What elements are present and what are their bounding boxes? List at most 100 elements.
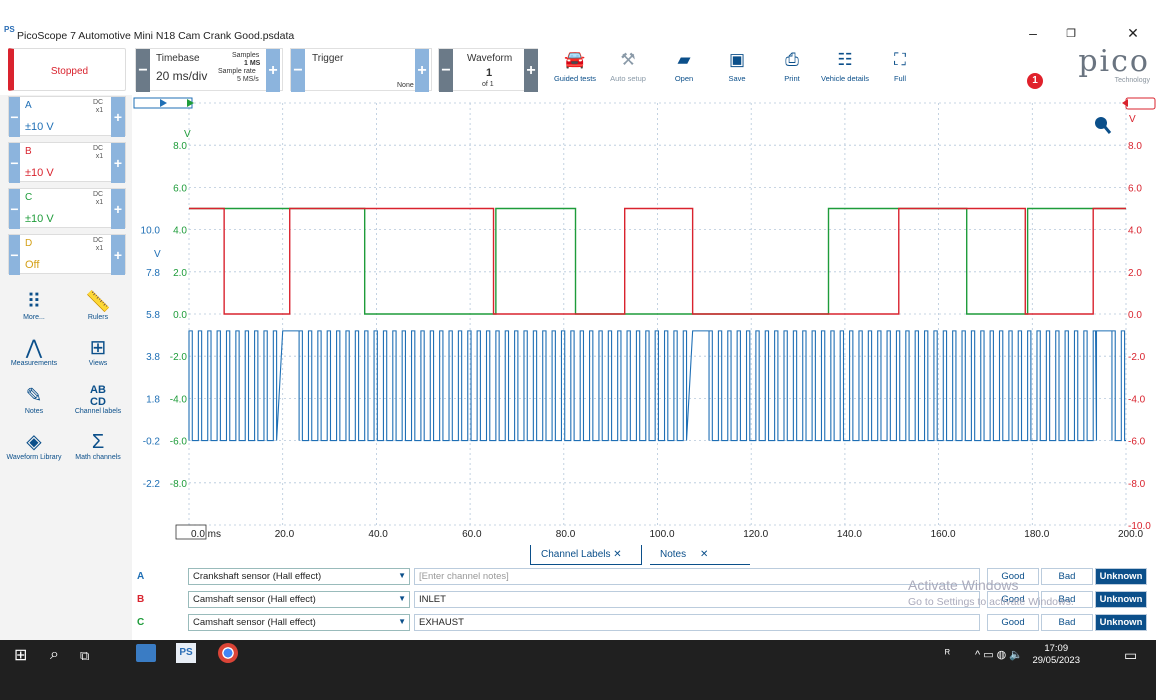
row-c-notes-input[interactable]: EXHAUST (414, 614, 980, 631)
channel-b-range[interactable]: ±10 V (25, 167, 54, 179)
left-tick-label-a: 10.0 (141, 226, 161, 237)
waveform-next-button[interactable]: + (524, 49, 538, 92)
search-icon[interactable]: ⌕ (50, 646, 59, 664)
left-tick-label-c: 6.0 (173, 183, 187, 194)
channel-d-increase-button[interactable]: + (111, 235, 125, 275)
zoom-icon[interactable] (1095, 117, 1112, 134)
row-c-bad-button[interactable]: Bad (1041, 614, 1093, 631)
rulers-button[interactable]: 📏 Rulers (68, 290, 128, 321)
right-tick-label: -10.0 (1128, 521, 1151, 532)
channel-labels-label: Channel labels (74, 408, 122, 415)
channel-labels-button[interactable]: AB CD Channel labels (68, 384, 128, 415)
channel-a-decrease-button[interactable]: − (9, 97, 20, 137)
vehicle-details-button[interactable]: ☷ Vehicle details (818, 49, 872, 89)
math-channels-button[interactable]: Σ Math channels (68, 430, 128, 461)
row-c-label-select[interactable]: Camshaft sensor (Hall effect) (188, 614, 410, 631)
channel-a-increase-button[interactable]: + (111, 97, 125, 137)
auto-setup-label: Auto setup (610, 74, 646, 83)
channel-c-range[interactable]: ±10 V (25, 213, 54, 225)
auto-setup-button[interactable]: ⚒ Auto setup (601, 49, 655, 89)
scope-view[interactable]: 0.0 ms 20.0 40.0 60.0 80.0 100.0 120.0 140.0 160… (132, 95, 1156, 545)
views-icon: ⊞ (89, 337, 107, 359)
waveform-library-button[interactable]: ◈ Waveform Library (4, 430, 64, 461)
task-view-icon[interactable]: ⧉ (80, 648, 89, 664)
right-tick-label: -6.0 (1128, 437, 1146, 448)
notification-center-icon[interactable]: ▭ (1124, 647, 1137, 664)
row-a-label-select[interactable]: Crankshaft sensor (Hall effect) (188, 568, 410, 585)
open-button[interactable]: ▰ Open (657, 49, 711, 89)
trigger-increase-button[interactable]: + (415, 49, 429, 92)
notification-badge[interactable]: 1 (1027, 73, 1043, 89)
trigger-decrease-button[interactable]: − (291, 49, 305, 92)
channel-d-range[interactable]: Off (25, 259, 39, 271)
guided-tests-button[interactable]: 🚘 Guided tests (548, 49, 602, 89)
timebase-value[interactable]: 20 ms/div (156, 69, 207, 83)
save-icon: ▣ (728, 50, 746, 69)
channel-a-control[interactable]: − A DC x1 ±10 V + (8, 96, 126, 137)
row-b-unknown-button[interactable]: Unknown (1095, 591, 1147, 608)
channel-c-coupling: DC x1 (93, 191, 104, 206)
minimize-button[interactable]: – (1018, 25, 1048, 43)
left-tick-label-c: 2.0 (173, 268, 187, 279)
right-axis-unit: V (1129, 114, 1136, 125)
windows-start-icon[interactable]: ⊞ (14, 645, 27, 665)
save-label: Save (728, 74, 746, 83)
close-button[interactable]: ✕ (1118, 25, 1148, 43)
row-c-unknown-button[interactable]: Unknown (1095, 614, 1147, 631)
trigger-mode[interactable]: None (397, 82, 414, 89)
channel-c-increase-button[interactable]: + (111, 189, 125, 229)
measurements-button[interactable]: ⋀ Measurements (4, 336, 64, 367)
channel-b-scale-marker[interactable] (1122, 97, 1156, 110)
library-icon: ◈ (26, 431, 42, 453)
tab-channel-labels[interactable]: Channel Labels ✕ (530, 545, 642, 565)
watermark-title: Activate Windows (908, 577, 1019, 593)
row-a-notes-input[interactable]: [Enter channel notes] (414, 568, 980, 585)
channel-c-control[interactable]: − C DC x1 ±10 V + (8, 188, 126, 229)
row-b-notes-input[interactable]: INLET (414, 591, 980, 608)
waveform-previous-button[interactable]: − (439, 49, 453, 92)
row-a-channel: A (137, 571, 145, 582)
views-button[interactable]: ⊞ Views (68, 336, 128, 367)
waveform-label: Waveform (467, 53, 513, 64)
folder-icon: ▰ (677, 50, 691, 69)
clock[interactable]: 17:09 29/05/2023 (1032, 643, 1080, 667)
picoscope-taskbar-icon[interactable]: PS (176, 643, 196, 663)
save-button[interactable]: ▣ Save (710, 49, 764, 89)
channel-c-name: C (25, 192, 33, 203)
print-button[interactable]: ⎙ Print (765, 49, 819, 89)
title-bar: PS PicoScope 7 Automotive Mini N18 Cam C… (0, 0, 1156, 45)
row-b-label-select[interactable]: Camshaft sensor (Hall effect) (188, 591, 410, 608)
channel-c-decrease-button[interactable]: − (9, 189, 20, 229)
samples-value[interactable]: 1 MS (244, 60, 260, 67)
channel-d-control[interactable]: − D DC x1 Off + (8, 234, 126, 275)
run-stop-button[interactable]: Stopped (8, 48, 126, 91)
channel-d-decrease-button[interactable]: − (9, 235, 20, 275)
channel-a-range[interactable]: ±10 V (25, 121, 54, 133)
full-screen-button[interactable]: ⛶ Full (873, 49, 927, 89)
waveform-number[interactable]: 1 (486, 67, 492, 79)
open-label: Open (674, 74, 694, 83)
scope-graph[interactable]: 0.0 ms 20.0 40.0 60.0 80.0 100.0 120.0 140.0 160… (132, 95, 1156, 545)
measurements-label: Measurements (10, 360, 58, 367)
restore-button[interactable]: ❐ (1056, 27, 1086, 45)
chrome-icon[interactable] (218, 643, 238, 663)
people-icon[interactable]: ᴿ (945, 648, 950, 660)
chart-app-icon[interactable] (136, 644, 156, 662)
tab-notes[interactable]: Notes ✕ (650, 545, 750, 565)
channel-b-increase-button[interactable]: + (111, 143, 125, 183)
sample-rate-value[interactable]: 5 MS/s (237, 76, 259, 83)
printer-icon: ⎙ (785, 50, 799, 69)
row-a-unknown-button[interactable]: Unknown (1095, 568, 1147, 585)
notes-button[interactable]: ✎ Notes (4, 384, 64, 415)
timebase-increase-button[interactable]: + (266, 49, 280, 92)
channel-b-decrease-button[interactable]: − (9, 143, 20, 183)
channel-b-control[interactable]: − B DC x1 ±10 V + (8, 142, 126, 183)
right-tick-label: 0.0 (1128, 310, 1142, 321)
trigger-marker[interactable] (133, 97, 194, 109)
row-c-good-button[interactable]: Good (987, 614, 1039, 631)
x-tick-label: 80.0 (556, 529, 576, 540)
tray-icons[interactable]: ^ ▭ ◍ 🔈 (975, 648, 1023, 661)
timebase-decrease-button[interactable]: − (136, 49, 150, 92)
compass-icon: ⋀ (25, 337, 43, 359)
more-tools-button[interactable]: ⠿ More... (4, 290, 64, 321)
